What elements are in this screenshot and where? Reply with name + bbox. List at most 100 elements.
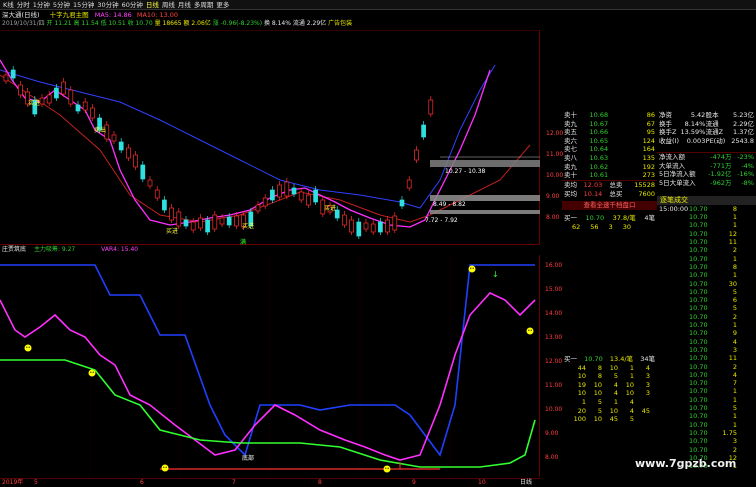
full-depth-link[interactable]: 查看全速千档盘口 — [562, 201, 657, 210]
fund-label: 换手Z — [659, 128, 677, 137]
menu-item-5[interactable]: 30分钟 — [97, 0, 118, 10]
buy2-queue-row: 10 10 4 10 3 — [562, 389, 657, 398]
stock-name: 深大通(日线) — [2, 11, 40, 19]
sell-row[interactable]: 卖十 10.61 273 — [562, 171, 657, 180]
buy2-queue: 买一 10.70 13.4/笔 34笔 44 8 10 1 4 10 8 5 1 3 19 10 4 10 3 10 1… — [562, 355, 657, 424]
sell-row[interactable]: 卖九 10.62 192 — [562, 163, 657, 172]
menu-item-3[interactable]: 5分钟 — [53, 0, 70, 10]
fund-label: 净资 — [659, 111, 672, 120]
tick-price: 10.70 — [689, 254, 708, 263]
menu-item-4[interactable]: 15分钟 — [73, 0, 94, 10]
sell-row[interactable]: 卖八 10.63 135 — [562, 154, 657, 163]
fund-row: 收益(I) 0.003 PE(动) 2543.8 — [657, 137, 756, 146]
fund-value: 2.29亿 — [733, 119, 754, 128]
fund-value: 5.42 — [690, 111, 706, 120]
sub-chart-header: 庄贾筑底 主力吸筹: 9.27 VAR4: 15.40 — [2, 247, 138, 253]
tick-row: 10.70 5 — [657, 404, 756, 412]
buy2-queue-row: 100 10 45 5 — [562, 415, 657, 424]
sub-chart-title[interactable]: 庄贾筑底 — [2, 246, 26, 253]
watermark: www.7gpzb.com — [635, 457, 737, 470]
sell-volume: 273 — [642, 171, 655, 180]
sell-price: 10.62 — [589, 162, 609, 171]
menu-item-9[interactable]: 月线 — [178, 0, 191, 10]
menu-item-10[interactable]: 多周期 — [194, 0, 214, 10]
sell-row[interactable]: 卖七 10.64 164 — [562, 145, 657, 154]
sub-indicator-chart[interactable]: 底部 ↓ — [0, 255, 540, 477]
tick-volume: 6 — [732, 296, 737, 305]
tick-price: 10.70 — [689, 229, 708, 238]
tick-price: 10.70 — [689, 238, 708, 247]
buy2-queue-row: 19 10 4 10 3 — [562, 381, 657, 390]
menu-item-6[interactable]: 60分钟 — [122, 0, 143, 10]
stock-title-line: 深大通(日线) 十字九君主图 MA5: 14.86 MA10: 13.00 — [2, 12, 178, 19]
info-vol: 量 18665 — [154, 20, 182, 27]
sell-level-name: 卖六 — [564, 136, 577, 145]
tick-price: 10.70 — [689, 395, 708, 404]
sell-volume: 164 — [642, 145, 655, 154]
queue-cell: 20 — [577, 406, 586, 415]
buy1-queue: 买一 10.70 37.8/笔 4笔 62 56 3 30 — [562, 214, 657, 231]
info-close: 收 10.70 — [127, 20, 153, 27]
menu-item-7[interactable]: 日线 — [146, 0, 159, 10]
info-low: 低 10.51 — [100, 20, 126, 27]
tick-row: 10.70 11 — [657, 238, 756, 246]
tick-row: 10.70 1 — [657, 388, 756, 396]
sell-row[interactable]: 卖九 10.67 67 — [562, 120, 657, 129]
queue-cell: 3 — [645, 389, 650, 398]
sell-price: 10.63 — [589, 154, 609, 163]
menu-item-2[interactable]: 1分钟 — [33, 0, 50, 10]
tick-price: 10.70 — [689, 379, 708, 388]
tick-price: 10.70 — [689, 412, 708, 421]
axis-label: 12.00 — [545, 358, 563, 365]
queue-cell: 10 — [609, 406, 618, 415]
axis-label: 16.00 — [545, 262, 563, 269]
menu-item-0[interactable]: K线 — [3, 0, 14, 10]
flow-row: 5日净流入额 -1.92亿 -16% — [657, 170, 756, 179]
main-kline-chart[interactable]: 买进买进买进买进卖出满10.27 - 10.388.49 - 8.827.72 … — [0, 30, 540, 245]
summary-label: 总买 — [609, 189, 623, 198]
tick-row: 10.70 1 — [657, 321, 756, 329]
tick-price: 10.70 — [689, 445, 708, 454]
menu-item-8[interactable]: 周线 — [162, 0, 175, 10]
price-box-low: 7.72 - 7.92 — [425, 217, 458, 224]
tick-price: 10.70 — [689, 387, 708, 396]
indicator-name[interactable]: 十字九君主图 — [50, 11, 89, 19]
tick-price: 10.70 — [689, 354, 708, 363]
info-turnover: 换 8.14% — [263, 20, 291, 27]
info-high: 高 11.54 — [73, 20, 99, 27]
smiley-icon — [526, 327, 534, 335]
menu-item-11[interactable]: 更多 — [216, 0, 229, 10]
axis-label: 11.00 — [546, 151, 564, 158]
tick-row: 10.70 2 — [657, 363, 756, 371]
bottom-mark: 底部 — [242, 454, 254, 462]
sell-mark: 卖出 — [94, 126, 106, 134]
fund-value: 5.23亿 — [733, 111, 754, 120]
sell-row[interactable]: 卖十 10.68 86 — [562, 111, 657, 120]
sell-volume: 86 — [646, 111, 655, 120]
queue-cell: 10 — [593, 389, 602, 398]
date-label: 2019年 — [2, 479, 24, 486]
tick-row: 10.70 2 — [657, 446, 756, 454]
ticks-header[interactable]: 逐笔成交 — [657, 196, 756, 205]
date-label: 8 — [318, 479, 322, 486]
fund-label: 流通 — [705, 119, 719, 128]
menu-item-1[interactable]: 分时 — [17, 0, 30, 10]
tick-volume: 2 — [732, 246, 737, 255]
summary-row: 卖均 12.03 总卖 15528 — [562, 181, 657, 190]
buy2-queue-row: 1514 — [562, 398, 657, 407]
queue-cell: 4 — [629, 398, 634, 407]
buy2-count: 34笔 — [640, 355, 655, 364]
money-flow-panel: 净流入额 -474万 -23% 大单流入 -771万 -4% 5日净流入额 -1.92亿 -16… — [657, 152, 756, 187]
flow-row: 大单流入 -771万 -4% — [657, 162, 756, 171]
fund-value: 8.14% — [684, 119, 706, 128]
axis-name: 日线 — [520, 479, 533, 486]
tick-price: 10.70 — [689, 304, 708, 313]
tick-volume: 4 — [732, 370, 737, 379]
tick-row: 10.70 1 — [657, 271, 756, 279]
buy1-queue-row: 62 56 3 30 — [562, 223, 657, 232]
axis-label: 8.00 — [546, 214, 560, 221]
flow-pct: -16% — [737, 170, 754, 179]
fundamentals-panel: 净资 5.42 股本 5.23亿 换手 8.14% 流通 2.29亿 换手Z 13.59% 流通Z 1… — [657, 111, 756, 145]
sell-row[interactable]: 卖五 10.66 95 — [562, 128, 657, 137]
tick-price: 10.70 — [689, 337, 708, 346]
